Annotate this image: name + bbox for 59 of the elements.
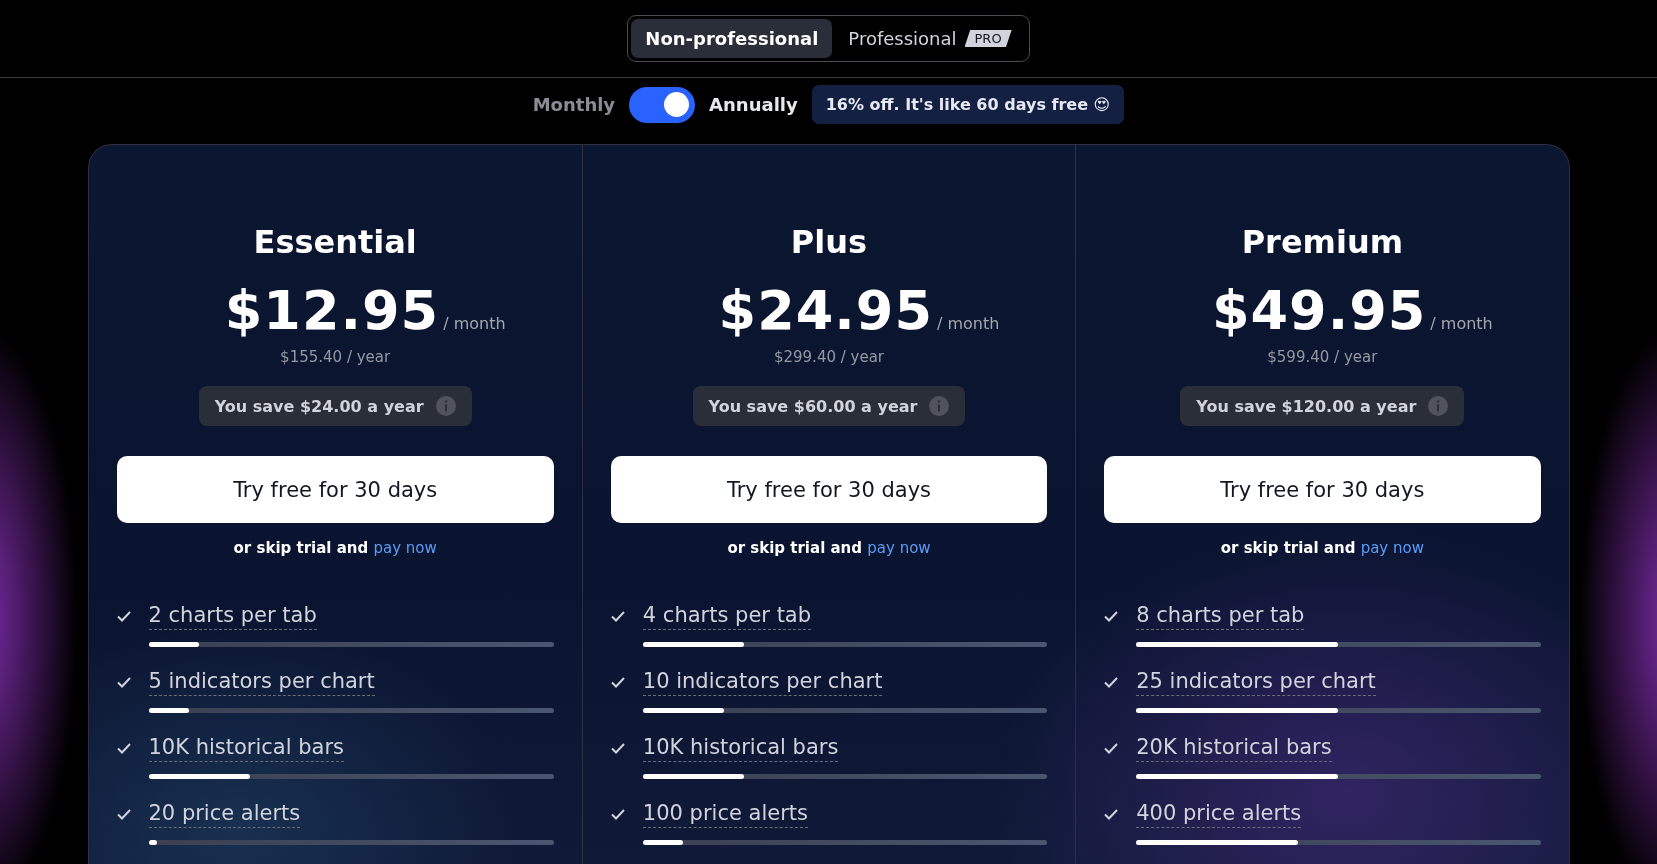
check-icon xyxy=(1104,611,1119,622)
check-icon xyxy=(116,677,131,688)
savings-text: You save $120.00 a year xyxy=(1196,396,1417,416)
check-icon xyxy=(610,611,625,622)
yearly-price: $599.40 / year xyxy=(1267,348,1378,366)
feature-label: 8 charts per tab xyxy=(1136,603,1305,630)
skip-trial-text: or skip trial and pay now xyxy=(727,539,931,557)
audience-tab[interactable]: Non-professional xyxy=(631,19,833,58)
check-icon xyxy=(116,611,131,622)
check-icon xyxy=(1104,677,1119,688)
feature-label: 10K historical bars xyxy=(642,735,839,762)
trial-button[interactable]: Try free for 30 days xyxy=(610,456,1048,523)
yearly-price: $155.40 / year xyxy=(280,348,391,366)
check-icon xyxy=(1104,743,1119,754)
feature-label: 4 charts per tab xyxy=(642,603,812,630)
trial-button[interactable]: Try free for 30 days xyxy=(116,456,554,523)
check-icon xyxy=(116,743,131,754)
info-icon[interactable] xyxy=(929,396,950,416)
feature-label: 10K historical bars xyxy=(148,735,344,762)
toggle-knob xyxy=(664,92,690,117)
feature-label: 400 price alerts xyxy=(1136,801,1302,828)
feature-label: 25 indicators per chart xyxy=(1136,669,1376,696)
feature-label: 10 indicators per chart xyxy=(642,669,883,696)
feature-label: 2 charts per tab xyxy=(148,603,317,630)
plan-price: $49.95 xyxy=(1211,279,1427,342)
price-period: / month xyxy=(937,314,1000,333)
pay-now-link[interactable]: pay now xyxy=(373,539,437,557)
billing-toggle[interactable] xyxy=(629,86,696,123)
plan-name: Plus xyxy=(790,223,868,261)
check-icon xyxy=(610,743,625,754)
trial-button[interactable]: Try free for 30 days xyxy=(1104,456,1541,523)
pro-badge: PRO xyxy=(964,30,1012,47)
pay-now-link[interactable]: pay now xyxy=(1360,539,1424,557)
feature-label: 100 price alerts xyxy=(642,801,808,828)
plan-price: $24.95 xyxy=(718,279,933,342)
check-icon xyxy=(1104,809,1119,820)
check-icon xyxy=(116,809,131,820)
feature-label: 20K historical bars xyxy=(1136,735,1332,762)
info-icon[interactable] xyxy=(435,396,456,416)
price-period: / month xyxy=(1430,314,1493,333)
audience-tab[interactable]: Professional PRO xyxy=(834,19,1026,58)
check-icon xyxy=(610,677,625,688)
discount-badge: 16% off. It's like 60 days free 😍 xyxy=(811,85,1125,124)
skip-trial-text: or skip trial and pay now xyxy=(1220,539,1424,557)
savings-text: You save $60.00 a year xyxy=(708,396,918,416)
savings-text: You save $24.00 a year xyxy=(214,396,424,416)
skip-trial-text: or skip trial and pay now xyxy=(233,539,437,557)
monthly-label: Monthly xyxy=(532,94,616,115)
plan-name: Premium xyxy=(1241,223,1403,261)
price-period: / month xyxy=(443,314,506,333)
feature-label: 5 indicators per chart xyxy=(148,669,375,696)
plan-name: Essential xyxy=(253,223,417,261)
check-icon xyxy=(610,809,625,820)
feature-label: 20 price alerts xyxy=(148,801,301,828)
plan-price: $12.95 xyxy=(224,279,440,342)
pay-now-link[interactable]: pay now xyxy=(867,539,931,557)
info-icon[interactable] xyxy=(1428,396,1449,416)
annually-label: Annually xyxy=(709,94,798,115)
yearly-price: $299.40 / year xyxy=(773,348,885,366)
